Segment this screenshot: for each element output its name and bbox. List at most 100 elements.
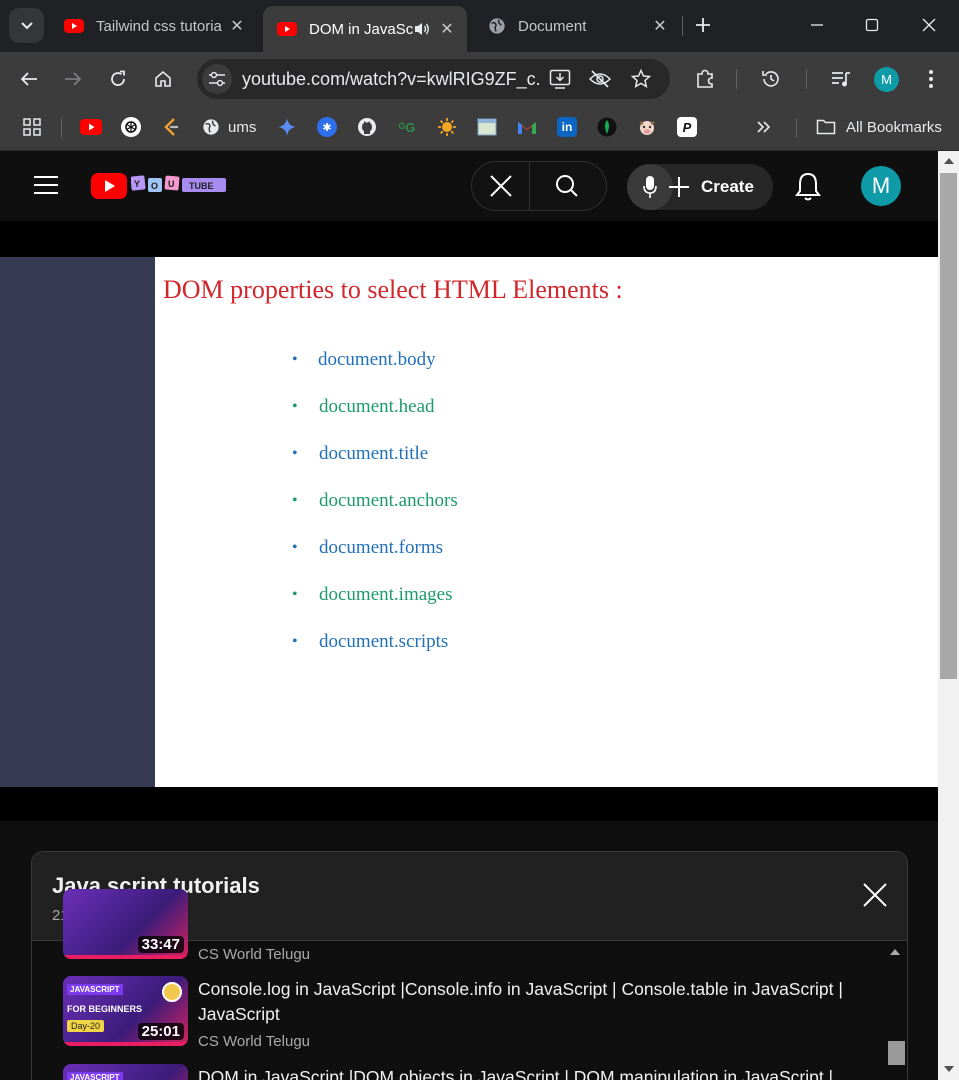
bookmark-star-button[interactable] (629, 67, 653, 91)
youtube-logo[interactable]: Y O U TUBE (91, 173, 226, 199)
reload-icon (111, 70, 125, 86)
tab-tailwind[interactable]: Tailwind css tutoria ✕ (50, 8, 257, 44)
duration-badge: 25:01 (137, 1023, 184, 1040)
notifications-bell-icon[interactable] (793, 171, 823, 203)
cow-icon (639, 121, 655, 135)
back-button[interactable] (14, 64, 44, 94)
forward-button[interactable] (58, 64, 88, 94)
list-item: • document.head (292, 396, 435, 417)
close-icon[interactable]: ✕ (227, 16, 247, 36)
slide-title: DOM properties to select HTML Elements : (163, 275, 623, 304)
bluetooth-style-icon: ✱ (317, 117, 337, 137)
bookmark-window[interactable] (477, 116, 497, 138)
video-player[interactable]: DOM properties to select HTML Elements :… (0, 221, 938, 821)
bookmarks-bar: ums ✱ ᴳG in P All Bookmarks (0, 106, 959, 151)
leetcode-icon (164, 118, 178, 136)
bookmark-chatgpt[interactable] (121, 116, 141, 138)
bookmark-gmail[interactable] (517, 116, 537, 138)
channel-name[interactable]: CS World Telugu (198, 946, 310, 963)
page-scrollbar[interactable] (938, 151, 959, 1080)
scroll-down-icon[interactable] (944, 1066, 954, 1072)
svg-text:TUBE: TUBE (189, 181, 214, 191)
bookmark-linkedin[interactable]: in (557, 116, 577, 138)
site-info-button[interactable] (202, 64, 232, 94)
video-thumbnail[interactable]: JAVASCRIPT (63, 1064, 188, 1080)
tracking-protection-button[interactable] (588, 67, 612, 91)
reload-button[interactable] (103, 64, 133, 94)
close-icon[interactable]: ✕ (437, 19, 457, 39)
video-title[interactable]: DOM in JavaScript |DOM objects in JavaSc… (198, 1065, 858, 1080)
bookmark-github[interactable] (357, 116, 377, 138)
account-avatar[interactable]: M (861, 166, 901, 206)
tab-dom-javascript[interactable]: DOM in JavaSc ✕ (263, 6, 467, 52)
playlist-scrollbar[interactable] (888, 1041, 905, 1065)
channel-name[interactable]: CS World Telugu (198, 1033, 310, 1050)
bookmark-youtube[interactable] (80, 116, 102, 138)
search-box[interactable] (471, 161, 607, 211)
progress-bar (63, 1042, 188, 1046)
bookmark-ums[interactable]: ums (202, 116, 256, 138)
history-button[interactable] (756, 64, 786, 94)
minimize-button[interactable] (802, 10, 832, 40)
more-bookmarks-button[interactable] (756, 116, 772, 138)
gmail-icon (518, 122, 536, 134)
window-close-button[interactable] (914, 10, 944, 40)
video-thumbnail[interactable]: 33:47 (63, 889, 188, 959)
list-item: • document.anchors (292, 490, 458, 511)
bookmark-gemini[interactable] (277, 116, 297, 138)
bookmark-leetcode[interactable] (162, 116, 180, 138)
tab-strip: Tailwind css tutoria ✕ DOM in JavaSc ✕ D… (0, 0, 959, 52)
all-bookmarks-button[interactable]: All Bookmarks (816, 116, 942, 138)
globe-icon (489, 18, 505, 34)
bookmark-separator (796, 118, 797, 138)
puzzle-icon (697, 69, 713, 88)
scroll-up-icon[interactable] (944, 158, 954, 164)
bookmark-separator (61, 118, 62, 138)
search-icon[interactable] (555, 174, 579, 198)
url-text[interactable]: youtube.com/watch?v=kwlRIG9ZF_c... (242, 69, 542, 90)
browser-profile-avatar[interactable]: M (874, 67, 899, 92)
tab-document[interactable]: Document ✕ (474, 8, 680, 44)
home-button[interactable] (148, 64, 178, 94)
close-icon[interactable] (862, 882, 888, 908)
speaker-icon[interactable] (413, 21, 431, 37)
apps-button[interactable] (22, 116, 42, 138)
video-thumbnail[interactable]: JAVASCRIPT FOR BEGINNERS Day-20 25:01 (63, 976, 188, 1046)
new-tab-button[interactable] (690, 10, 716, 40)
bookmark-geeksforgeeks[interactable]: ᴳG (397, 116, 417, 138)
playlist-scroll-up-icon[interactable] (890, 949, 900, 955)
search-divider (529, 162, 530, 210)
chatgpt-icon (121, 117, 141, 137)
slide-side-panel (0, 257, 155, 787)
window-icon (477, 118, 497, 136)
svg-text:U: U (168, 179, 175, 189)
create-button[interactable]: Create (627, 164, 773, 210)
bookmark-paypal[interactable]: P (677, 116, 697, 138)
toolbar-separator (806, 69, 807, 89)
extensions-button[interactable] (690, 64, 720, 94)
bookmark-extension-blue[interactable]: ✱ (317, 116, 337, 138)
bookmark-mongodb[interactable] (597, 116, 617, 138)
scrollbar-thumb[interactable] (940, 173, 957, 679)
install-app-button[interactable] (548, 67, 572, 91)
close-icon[interactable]: ✕ (650, 16, 670, 36)
media-controls-button[interactable] (826, 64, 856, 94)
browser-menu-button[interactable] (916, 64, 946, 94)
clear-search-icon[interactable] (489, 174, 513, 198)
tab-title: DOM in JavaSc (309, 20, 413, 38)
bookmark-cow[interactable] (637, 116, 657, 138)
tab-search-button[interactable] (9, 8, 44, 43)
duration-badge: 33:47 (137, 936, 184, 953)
toolbar-separator (736, 69, 737, 89)
youtube-header: Y O U TUBE Create M (0, 151, 938, 221)
maximize-button[interactable] (857, 10, 887, 40)
menu-icon[interactable] (33, 175, 59, 195)
history-icon (762, 71, 779, 87)
sun-icon (438, 118, 456, 136)
address-bar[interactable]: youtube.com/watch?v=kwlRIG9ZF_c... (197, 59, 670, 99)
video-title[interactable]: Console.log in JavaScript |Console.info … (198, 977, 858, 1027)
youtube-icon (80, 119, 102, 135)
bookmark-sun[interactable] (437, 116, 457, 138)
voice-search-button[interactable] (627, 164, 673, 210)
github-icon (358, 118, 376, 136)
